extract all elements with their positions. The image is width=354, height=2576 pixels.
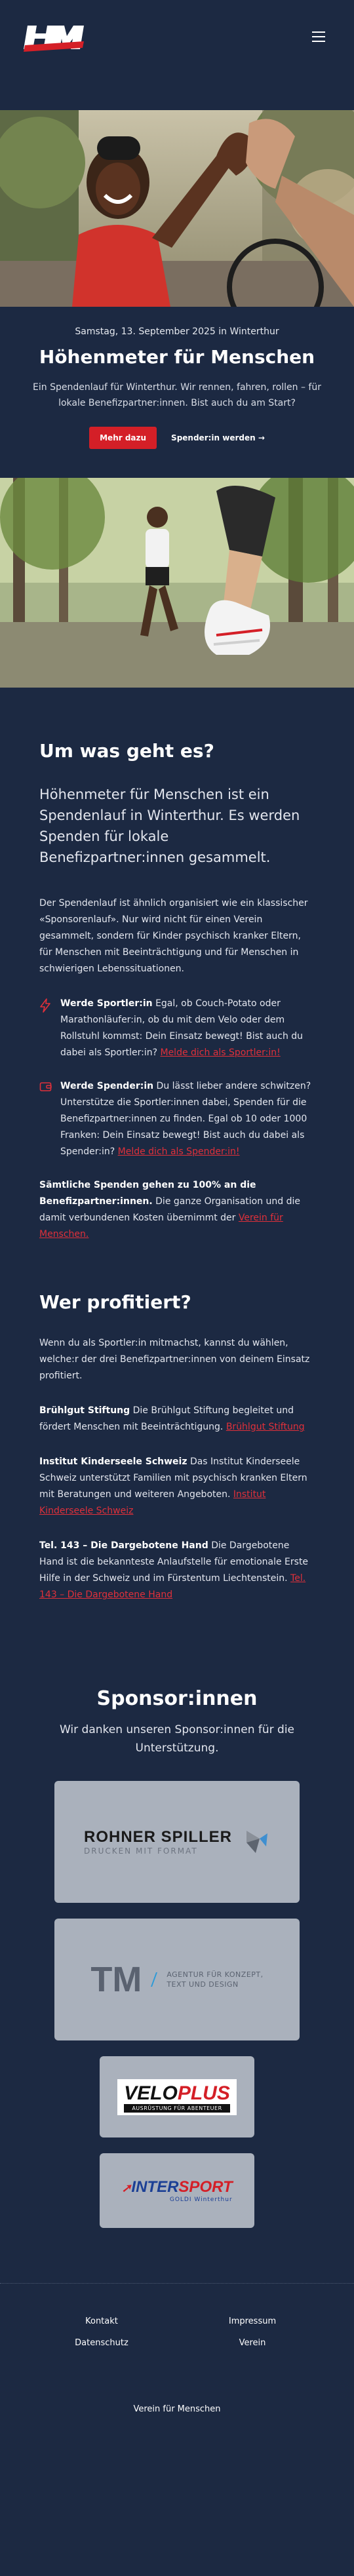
about-heading: Um was geht es? [39,740,214,762]
hero-intro: Samstag, 13. September 2025 in Winterthu… [0,307,354,478]
beneficiaries-intro: Wenn du als Sportler:in mitmachst, kanns… [39,1338,310,1381]
hero-image-cyclist [0,110,354,307]
partner-bruehlgut: Brühlgut Stiftung Die Brühlgut Stiftung … [39,1405,305,1432]
about-section: Um was geht es? Höhenmeter für Menschen … [0,688,354,1243]
feature-sportler-title: Werde Sportler:in [60,998,153,1009]
lightning-icon [39,996,52,1061]
sponsors-heading: Sponsor:innen [96,1687,258,1710]
become-donor-link[interactable]: Spender:in werden → [171,433,265,442]
sponsor-rohner-tagline: DRUCKEN MIT FORMAT [83,1846,198,1856]
hero-buttons: Mehr dazu Spender:in werden → [24,427,330,449]
event-date: Samstag, 13. September 2025 in Winterthu… [75,326,279,337]
about-paragraph: Der Spendenlauf ist ähnlich organisiert … [39,898,308,974]
footer-link-verein[interactable]: Verein [177,2338,328,2348]
hamburger-icon [312,31,325,33]
feature-spender-text: Du lässt lieber andere schwitzen? Unters… [60,1081,311,1157]
sponsor-rohner-spiller[interactable]: ROHNER SPILLER DRUCKEN MIT FORMAT [54,1781,300,1903]
sponsor-tm-mark: TM [90,1960,142,1999]
sponsors-section: Sponsor:innen Wir danken unseren Sponsor… [0,1622,354,2283]
sponsor-tm-agentur[interactable]: TM AGENTUR FÜR KONZEPT, TEXT UND DESIGN [54,1919,300,2040]
donation-note: Sämtliche Spenden gehen zu 100% an die B… [39,1180,301,1239]
footer-owner: Verein für Menschen [133,2404,221,2414]
logo-icon [24,26,84,52]
tm-accent-icon [151,1972,158,1987]
feature-spender-title: Werde Spender:in [60,1081,154,1091]
rohner-logo-icon [246,1831,267,1853]
site-logo[interactable] [24,22,87,53]
footer-link-kontakt[interactable]: Kontakt [26,2316,177,2326]
intersport-arrow-icon: ➚ [121,2181,132,2195]
sponsor-veloplus[interactable]: VELOPLUS AUSRÜSTUNG FÜR ABENTEUER [100,2056,254,2137]
signup-athlete-link[interactable]: Melde dich als Sportler:in! [160,1047,280,1058]
menu-button[interactable] [312,31,325,42]
feature-sportler: Werde Sportler:in Egal, ob Couch-Potato … [39,996,315,1061]
feature-spender: Werde Spender:in Du lässt lieber andere … [39,1078,315,1160]
sponsor-intersport[interactable]: ➚INTERSPORT GOLDI Winterthur [100,2153,254,2228]
about-lead: Höhenmeter für Menschen ist ein Spendenl… [39,787,300,865]
partner-143: Tel. 143 – Die Dargebotene Hand Die Darg… [39,1540,309,1600]
runners-image [0,478,354,688]
partner-bruehlgut-link[interactable]: Brühlgut Stiftung [226,1422,305,1432]
footer-links: Kontakt Impressum Datenschutz Verein [26,2316,328,2348]
hero-lead: Ein Spendenlauf für Winterthur. Wir renn… [33,382,321,408]
footer-link-impressum[interactable]: Impressum [177,2316,328,2326]
sponsor-rohner-name: ROHNER SPILLER [83,1828,232,1846]
site-footer: Kontakt Impressum Datenschutz Verein Ver… [0,2283,354,2447]
more-info-button[interactable]: Mehr dazu [89,427,157,449]
signup-donor-link[interactable]: Melde dich als Spender:in! [118,1146,240,1157]
beneficiaries-heading: Wer profitiert? [39,1291,191,1313]
footer-link-datenschutz[interactable]: Datenschutz [26,2338,177,2348]
sponsors-subtitle: Wir danken unseren Sponsor:innen für die… [60,1723,294,1755]
beneficiaries-section: Wer profitiert? Wenn du als Sportler:in … [0,1261,354,1603]
wallet-icon [39,1078,52,1160]
site-header [0,0,354,110]
partner-kinderseele: Institut Kinderseele Schweiz Das Institu… [39,1456,307,1516]
page-title: Höhenmeter für Menschen [39,346,315,368]
